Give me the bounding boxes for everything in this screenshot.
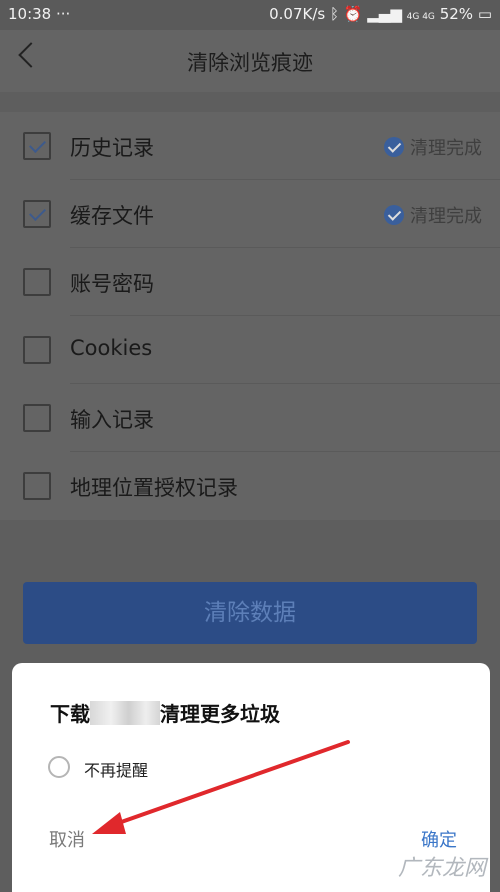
watermark: 广东龙网 bbox=[397, 856, 486, 881]
annotation-arrow-icon bbox=[92, 740, 350, 834]
